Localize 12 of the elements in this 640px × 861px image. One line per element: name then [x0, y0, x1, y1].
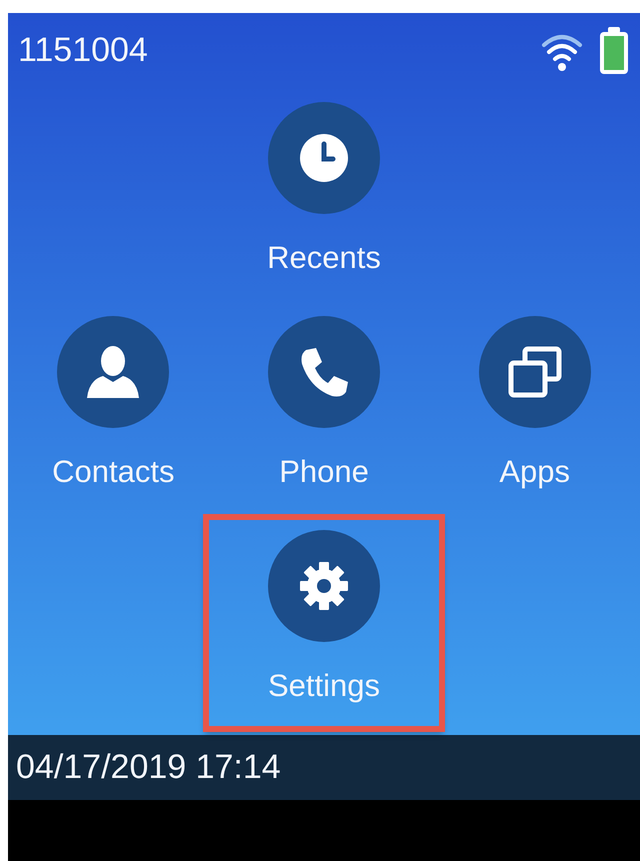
person-icon [85, 344, 142, 400]
clock-icon [299, 133, 349, 183]
date-time: 04/17/2019 17:14 [16, 748, 281, 787]
app-tile[interactable]: Settings [205, 516, 443, 730]
gear-icon [298, 560, 350, 612]
app-tile[interactable]: Recents [217, 88, 431, 302]
battery-icon [598, 26, 630, 76]
windows-icon [506, 346, 563, 398]
app-tile[interactable]: Phone [218, 302, 430, 516]
line-number: 1151004 [18, 31, 148, 70]
app-tile[interactable]: Apps [429, 302, 640, 516]
app-tile[interactable]: Contacts [8, 302, 219, 516]
